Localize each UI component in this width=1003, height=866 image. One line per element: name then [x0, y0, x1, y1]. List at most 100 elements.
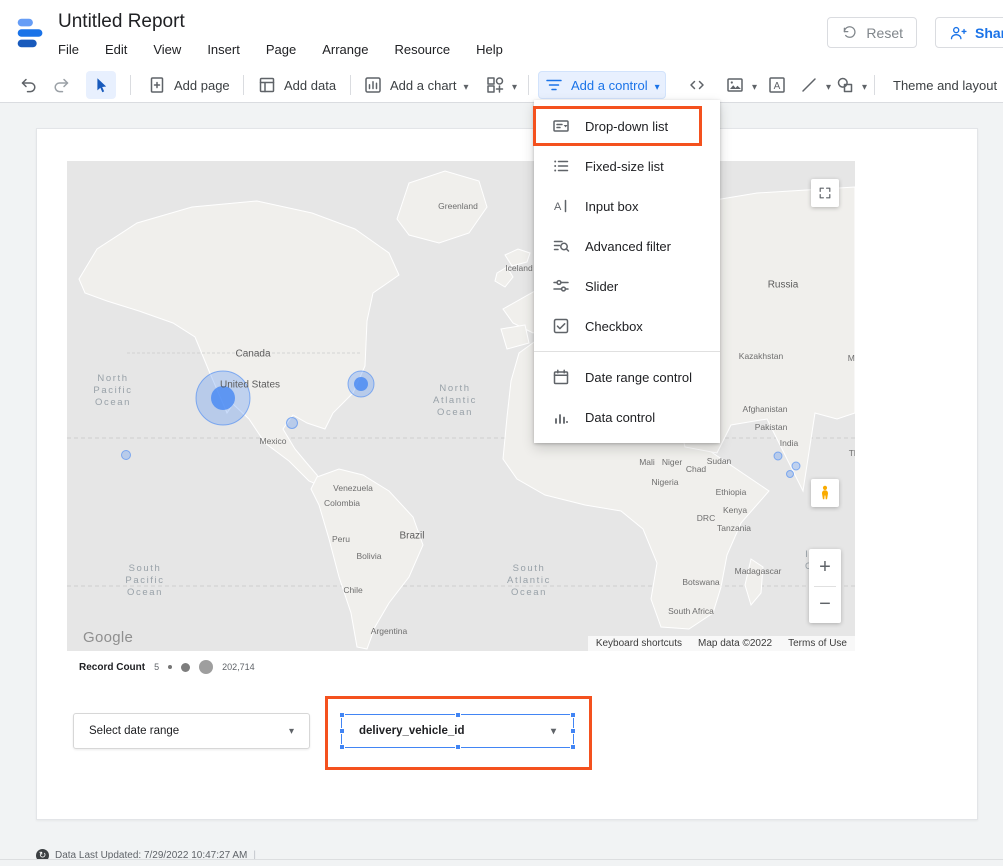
add-control-label: Add a control [571, 78, 648, 93]
select-tool-button[interactable] [86, 71, 116, 99]
menu-item-slider[interactable]: Slider [534, 266, 720, 306]
date-range-control[interactable]: Select date range [73, 713, 310, 749]
terms-of-use-link[interactable]: Terms of Use [788, 638, 847, 649]
selection-handle[interactable] [570, 728, 576, 734]
filter-icon [544, 75, 564, 95]
keyboard-shortcuts-link[interactable]: Keyboard shortcuts [596, 638, 682, 649]
checkbox-icon [551, 316, 571, 336]
world-map [67, 161, 855, 651]
dropdown-control-label: delivery_vehicle_id [359, 725, 464, 737]
fullscreen-icon [817, 185, 833, 201]
menu-divider [534, 351, 720, 352]
reset-button[interactable]: Reset [827, 17, 917, 48]
map-attribution: Keyboard shortcuts Map data ©2022 Terms … [588, 636, 855, 651]
legend-dot-large [199, 660, 213, 674]
theme-and-layout-button[interactable]: Theme and layout [888, 71, 1002, 99]
svg-text:A: A [554, 201, 562, 213]
google-logo: Google [83, 629, 133, 646]
menu-item-checkbox[interactable]: Checkbox [534, 306, 720, 346]
zoom-in-button[interactable]: + [809, 549, 841, 586]
selection-handle[interactable] [339, 728, 345, 734]
zoom-out-button[interactable]: − [809, 587, 841, 624]
map-bubble[interactable] [792, 462, 800, 470]
line-icon [799, 75, 819, 95]
selection-handle[interactable] [455, 712, 461, 718]
insert-image-button[interactable] [720, 71, 762, 99]
menu-item-advanced-filter[interactable]: Advanced filter [534, 226, 720, 266]
map-data-label: Map data ©2022 [698, 638, 772, 649]
embed-code-button[interactable] [682, 71, 712, 99]
menu-item-label: Input box [585, 199, 639, 214]
menu-view[interactable]: View [153, 42, 181, 57]
report-title[interactable]: Untitled Report [58, 11, 185, 33]
date-range-label: Select date range [89, 725, 179, 737]
legend-dot-medium [181, 663, 190, 672]
menu-item-label: Fixed-size list [585, 159, 664, 174]
add-page-button[interactable]: Add page [142, 71, 235, 99]
zoom-control: + − [809, 549, 841, 623]
add-control-menu: Drop-down list Fixed-size list A Input b… [534, 100, 720, 443]
pegman-button[interactable] [811, 479, 839, 507]
looker-studio-logo-icon[interactable] [12, 14, 50, 52]
menu-resource[interactable]: Resource [394, 42, 450, 57]
fullscreen-button[interactable] [811, 179, 839, 207]
add-data-label: Add data [284, 78, 336, 93]
chevron-down-icon [512, 78, 517, 93]
fixed-size-list-icon [551, 156, 571, 176]
report-page[interactable]: NorthPacificOceanNorthAtlanticOceanSouth… [36, 128, 978, 820]
delivery-vehicle-dropdown-control[interactable]: delivery_vehicle_id [341, 714, 574, 748]
advanced-filter-icon [551, 236, 571, 256]
selection-handle[interactable] [339, 744, 345, 750]
menu-item-fixed-size-list[interactable]: Fixed-size list [534, 146, 720, 186]
theme-label: Theme and layout [893, 78, 997, 93]
bottom-edge [0, 859, 1003, 866]
chevron-down-icon [862, 78, 867, 93]
menu-help[interactable]: Help [476, 42, 503, 57]
menu-edit[interactable]: Edit [105, 42, 127, 57]
add-page-label: Add page [174, 78, 230, 93]
chevron-down-icon [289, 725, 294, 737]
selection-handle[interactable] [570, 712, 576, 718]
map-bubble[interactable] [787, 471, 794, 478]
calendar-icon [551, 367, 571, 387]
community-visualizations-button[interactable] [480, 71, 522, 99]
shape-icon [835, 75, 855, 95]
input-box-icon: A [551, 196, 571, 216]
share-label: Share [975, 25, 1003, 41]
menu-page[interactable]: Page [266, 42, 296, 57]
dropdown-list-icon [551, 116, 571, 136]
chevron-down-icon [752, 78, 757, 93]
redo-button[interactable] [46, 71, 76, 99]
insert-shape-button[interactable] [830, 71, 872, 99]
menu-arrange[interactable]: Arrange [322, 42, 368, 57]
menu-file[interactable]: File [58, 42, 79, 57]
canvas-area: NorthPacificOceanNorthAtlanticOceanSouth… [0, 103, 1003, 866]
menu-item-label: Checkbox [585, 319, 643, 334]
share-button[interactable]: Share [935, 17, 1003, 48]
map-bubble-core [211, 386, 235, 410]
menu-insert[interactable]: Insert [207, 42, 240, 57]
selection-handle[interactable] [570, 744, 576, 750]
map-bubble[interactable] [774, 452, 782, 460]
map-bubble[interactable] [122, 451, 131, 460]
add-chart-icon [363, 75, 383, 95]
add-chart-button[interactable]: Add a chart [358, 71, 474, 99]
insert-text-button[interactable]: A [762, 71, 792, 99]
selection-handle[interactable] [455, 744, 461, 750]
menu-item-label: Date range control [585, 370, 692, 385]
add-data-button[interactable]: Add data [252, 71, 341, 99]
menu-item-date-range-control[interactable]: Date range control [534, 357, 720, 397]
menubar: File Edit View Insert Page Arrange Resource Hel… [58, 42, 503, 57]
add-control-button[interactable]: Add a control [538, 71, 666, 99]
chevron-down-icon [655, 78, 660, 93]
menu-item-drop-down-list[interactable]: Drop-down list [534, 106, 720, 146]
legend-dot-small [168, 665, 172, 669]
selection-handle[interactable] [339, 712, 345, 718]
map-bubble[interactable] [287, 418, 298, 429]
menu-item-input-box[interactable]: A Input box [534, 186, 720, 226]
toolbar: Add page Add data Add a chart Add a cont… [0, 68, 1003, 103]
menu-item-data-control[interactable]: Data control [534, 397, 720, 437]
chevron-down-icon [464, 78, 469, 93]
undo-button[interactable] [14, 71, 44, 99]
geo-bubble-map-chart[interactable]: NorthPacificOceanNorthAtlanticOceanSouth… [67, 161, 855, 651]
